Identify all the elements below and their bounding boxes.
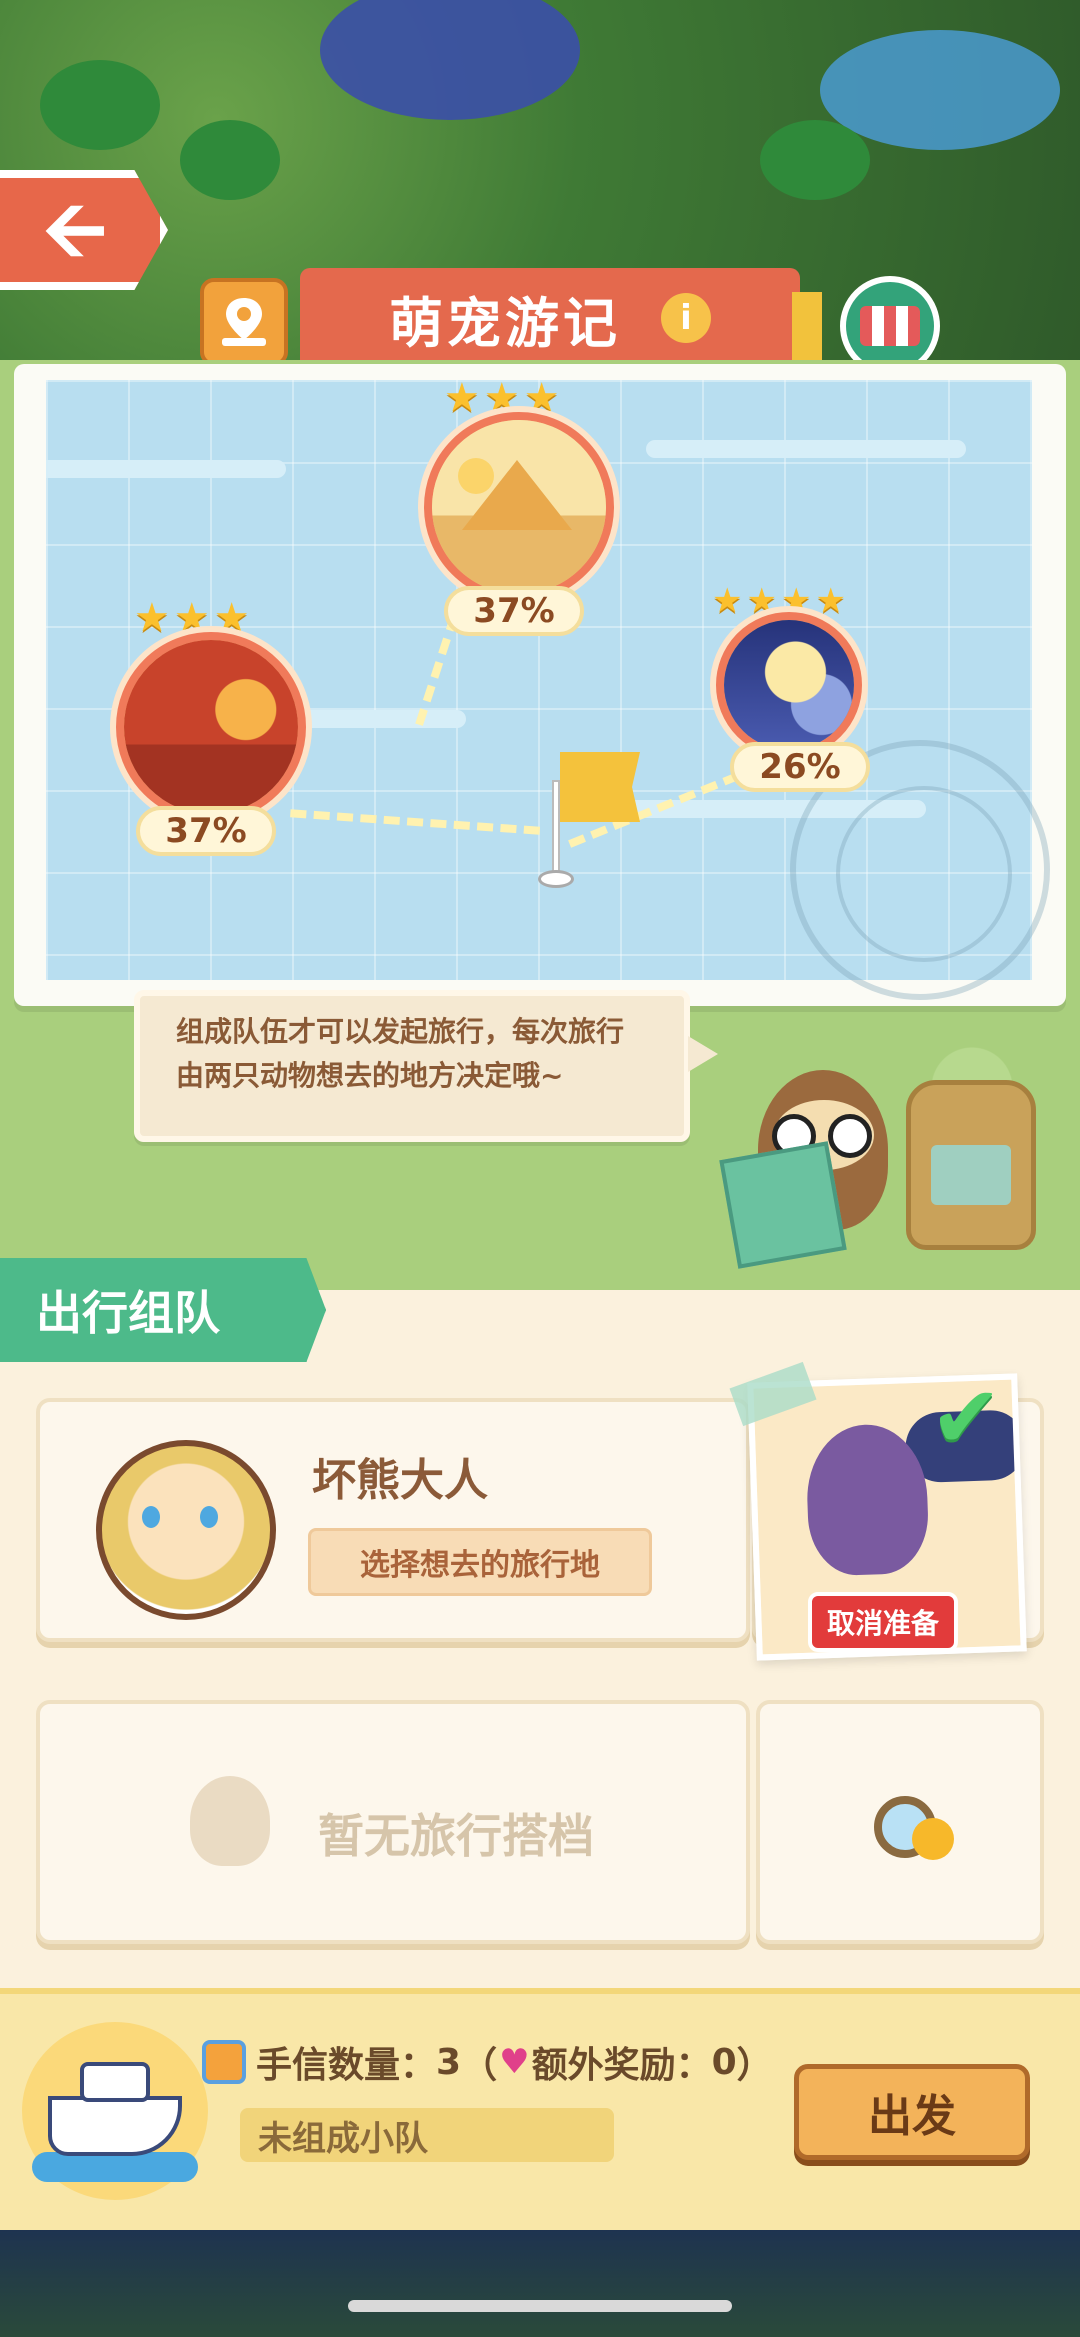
back-arrow-icon: 🡨: [43, 185, 107, 275]
bonus-value: 0: [711, 2041, 737, 2083]
star-icon: ★: [444, 375, 480, 421]
empty-partner-label: 暂无旅行搭档: [318, 1809, 594, 1863]
bush-decoration: [760, 120, 870, 200]
team-tab: 出行组队: [0, 1258, 326, 1362]
star-icon: ★: [815, 581, 846, 621]
bush-decoration: [40, 60, 160, 150]
search-partner-button[interactable]: [850, 1772, 960, 1882]
desert-pyramid-image: [432, 420, 606, 594]
player-avatar[interactable]: [96, 1440, 276, 1620]
team-tab-label: 出行组队: [36, 1286, 220, 1340]
map-location-button[interactable]: [200, 278, 288, 366]
bonus-open-paren: （: [461, 2045, 498, 2086]
choose-destination-button[interactable]: 选择想去的旅行地: [308, 1528, 652, 1596]
team-status: 未组成小队: [240, 2108, 614, 2162]
souvenir-count-label: 手信数量：: [256, 2045, 437, 2086]
glasses-icon: [828, 1114, 872, 1158]
bush-decoration: [180, 120, 280, 200]
destination-desert[interactable]: [424, 412, 614, 602]
destination-progress: 37%: [444, 586, 584, 636]
wave-decoration: [646, 440, 966, 458]
gift-icon: [202, 2040, 246, 2084]
owl-guide-character: [719, 1030, 908, 1270]
depart-button[interactable]: 出发: [794, 2064, 1030, 2160]
ship-water: [32, 2152, 198, 2182]
cancel-ready-button[interactable]: 取消准备: [808, 1592, 958, 1652]
title-banner: 萌宠游记 i: [300, 268, 822, 368]
heart-icon: ♥: [499, 2042, 530, 2082]
wave-decoration: [46, 460, 286, 478]
sunset-town-image: [124, 640, 298, 814]
pond-decoration: [320, 0, 580, 120]
destination-sunset-town[interactable]: [116, 632, 306, 822]
start-flag-icon: [560, 752, 640, 822]
info-icon[interactable]: i: [661, 293, 711, 343]
depart-label: 出发: [868, 2091, 956, 2142]
start-flag-base: [538, 870, 574, 888]
back-button[interactable]: 🡨: [0, 170, 168, 290]
player-name: 坏熊大人: [312, 1455, 488, 1506]
star-icon: ★: [134, 595, 170, 641]
star-icon: ★: [712, 581, 743, 621]
folded-map-icon: [719, 1141, 847, 1269]
bonus-close-paren: ）: [736, 2045, 773, 2086]
ship-icon: [22, 2022, 208, 2200]
backpack-icon: [906, 1080, 1036, 1250]
night-moon-image: [724, 620, 854, 750]
start-flag-pole: [552, 780, 560, 880]
home-indicator[interactable]: [348, 2300, 732, 2312]
destination-stars: ★ ★ ★: [444, 378, 560, 418]
page-title: 萌宠游记: [389, 291, 621, 355]
game-scene-bottom: [0, 2230, 1080, 2337]
bonus-label: 额外奖励：: [531, 2045, 712, 2086]
destination-progress: 26%: [730, 742, 870, 792]
destination-night-sky[interactable]: [716, 612, 862, 758]
cancel-ready-label: 取消准备: [826, 1607, 939, 1640]
banner-ribbon-decoration: [792, 292, 822, 362]
ship-cabin: [80, 2062, 150, 2102]
ship-hull: [48, 2096, 182, 2156]
guide-text: 组成队伍才可以发起旅行，每次旅行由两只动物想去的地方决定哦~: [176, 1015, 625, 1092]
empty-partner-icon: [190, 1776, 270, 1866]
chick-icon: [912, 1818, 954, 1860]
map-pin-icon: [222, 298, 266, 346]
shop-icon: [860, 306, 920, 346]
guide-speech-bubble: 组成队伍才可以发起旅行，每次旅行由两只动物想去的地方决定哦~: [134, 990, 718, 1142]
destination-stars: ★ ★ ★: [134, 598, 250, 638]
souvenir-count-value: 3: [436, 2041, 462, 2083]
destination-progress: 37%: [136, 806, 276, 856]
choose-destination-label: 选择想去的旅行地: [360, 1548, 600, 1583]
souvenir-count-line: 手信数量： 3 （ ♥ 额外奖励： 0 ）: [256, 2036, 773, 2088]
pond-decoration: [820, 30, 1060, 150]
ready-check-icon: ✔: [930, 1368, 1003, 1468]
